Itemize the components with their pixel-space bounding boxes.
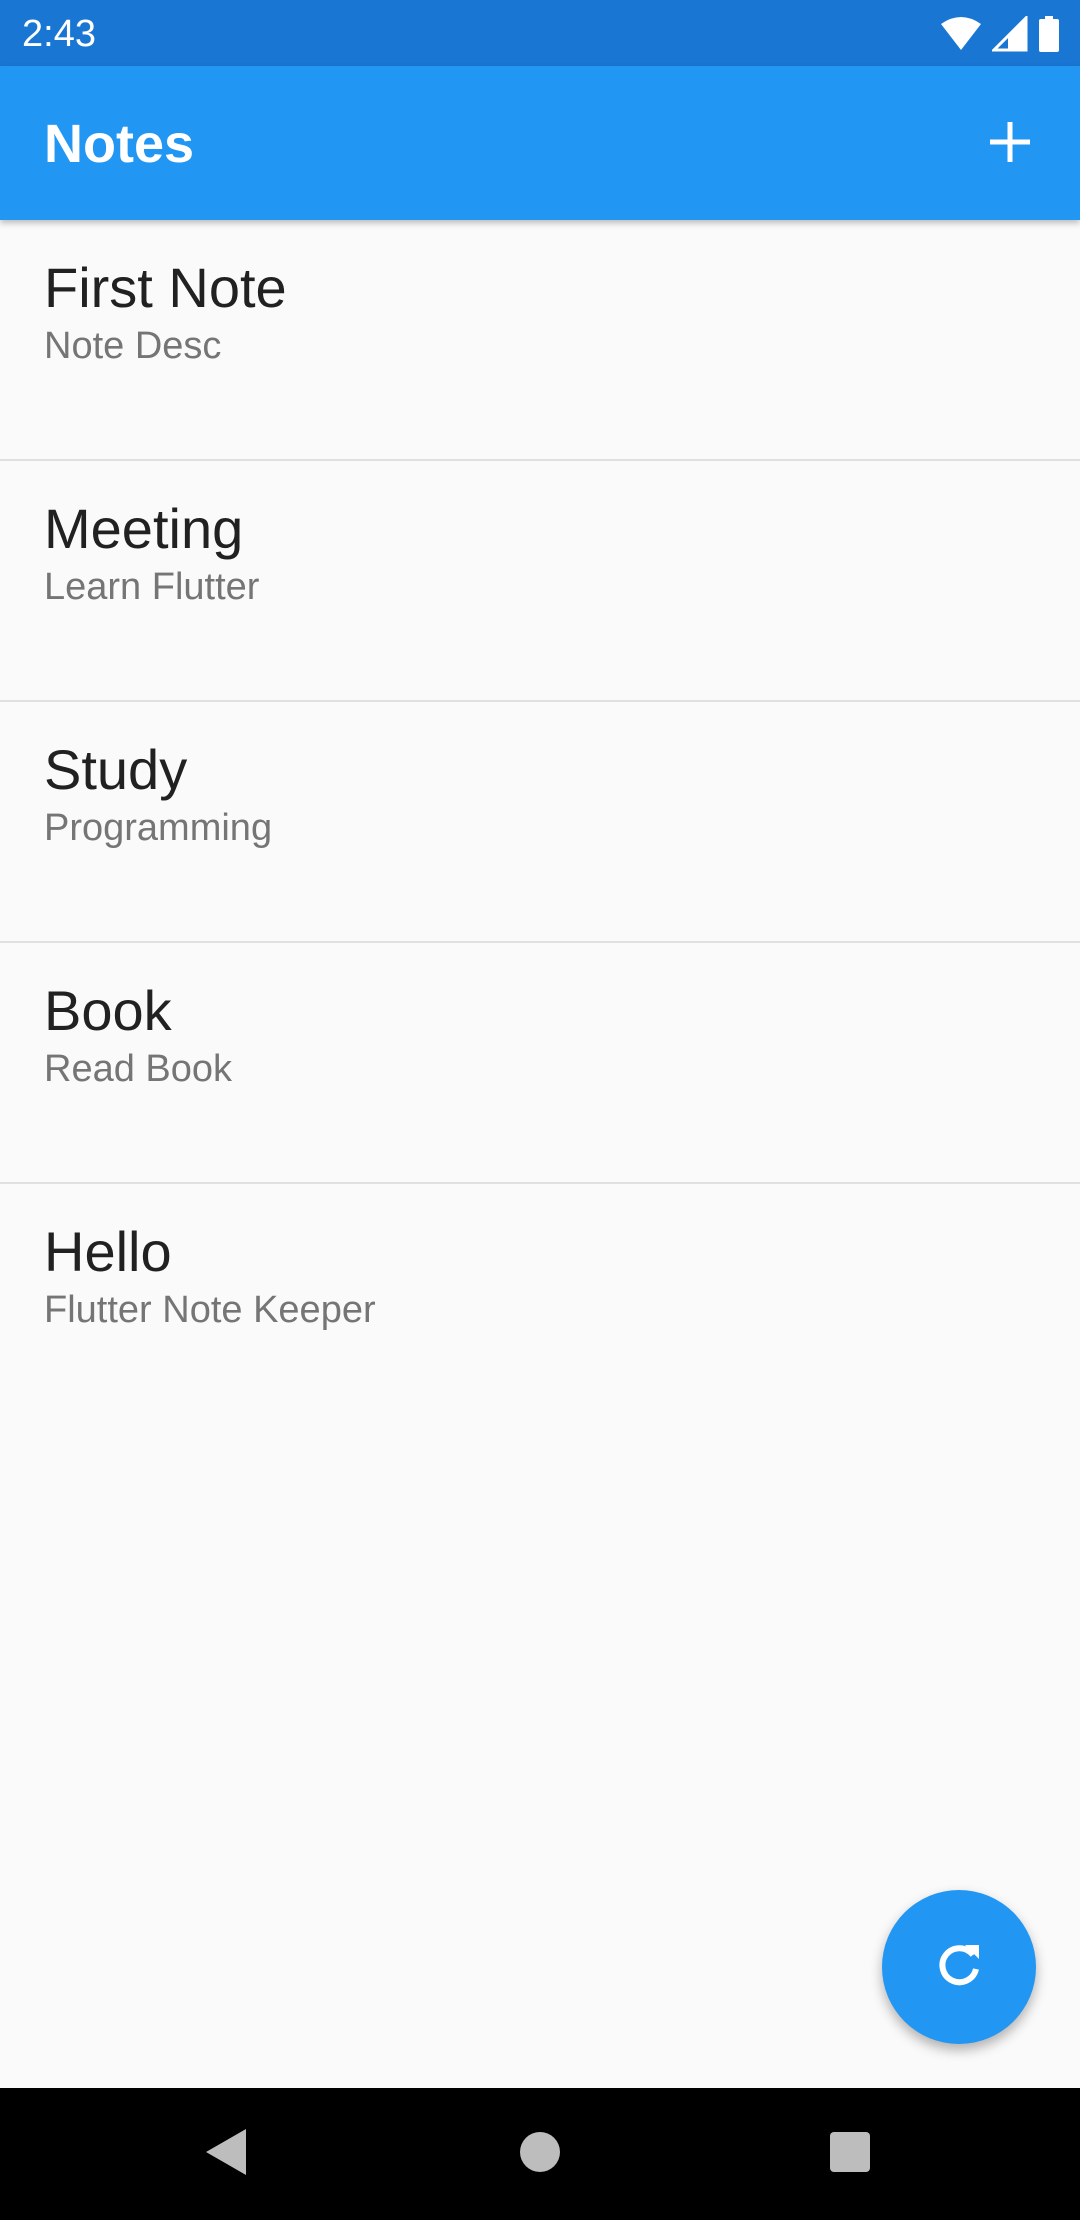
back-button[interactable] <box>186 2114 266 2194</box>
status-time: 2:43 <box>22 13 96 55</box>
app-bar: Notes <box>0 66 1080 220</box>
note-title: Book <box>44 979 172 1042</box>
note-title: First Note <box>44 256 287 319</box>
note-description: Read Book <box>44 1048 233 1090</box>
battery-icon <box>1038 16 1060 52</box>
wifi-icon <box>940 16 982 52</box>
home-icon <box>518 2130 562 2179</box>
plus-icon <box>988 120 1032 169</box>
home-button[interactable] <box>500 2114 580 2194</box>
cell-signal-icon <box>990 14 1028 52</box>
note-list-item[interactable]: Study Programming <box>0 702 1080 943</box>
note-list-item[interactable]: Hello Flutter Note Keeper <box>0 1184 1080 1425</box>
note-description: Note Desc <box>44 325 222 367</box>
note-title: Hello <box>44 1220 172 1283</box>
status-bar: 2:43 <box>0 0 1080 66</box>
note-list: First Note Note Desc Meeting Learn Flutt… <box>0 220 1080 1425</box>
refresh-icon <box>933 1939 985 1996</box>
recents-button[interactable] <box>810 2114 890 2194</box>
note-description: Programming <box>44 807 273 849</box>
note-list-item[interactable]: Book Read Book <box>0 943 1080 1184</box>
back-icon <box>204 2127 248 2182</box>
navigation-bar <box>0 2088 1080 2220</box>
note-description: Learn Flutter <box>44 566 260 608</box>
note-list-item[interactable]: First Note Note Desc <box>0 220 1080 461</box>
note-description: Flutter Note Keeper <box>44 1289 376 1331</box>
note-title: Meeting <box>44 497 244 560</box>
add-note-button[interactable] <box>968 102 1052 186</box>
note-list-item[interactable]: Meeting Learn Flutter <box>0 461 1080 702</box>
page-title: Notes <box>44 114 195 174</box>
refresh-fab-button[interactable] <box>882 1890 1036 2044</box>
note-title: Study <box>44 738 188 801</box>
recents-icon <box>829 2131 871 2178</box>
status-icons <box>940 14 1060 54</box>
